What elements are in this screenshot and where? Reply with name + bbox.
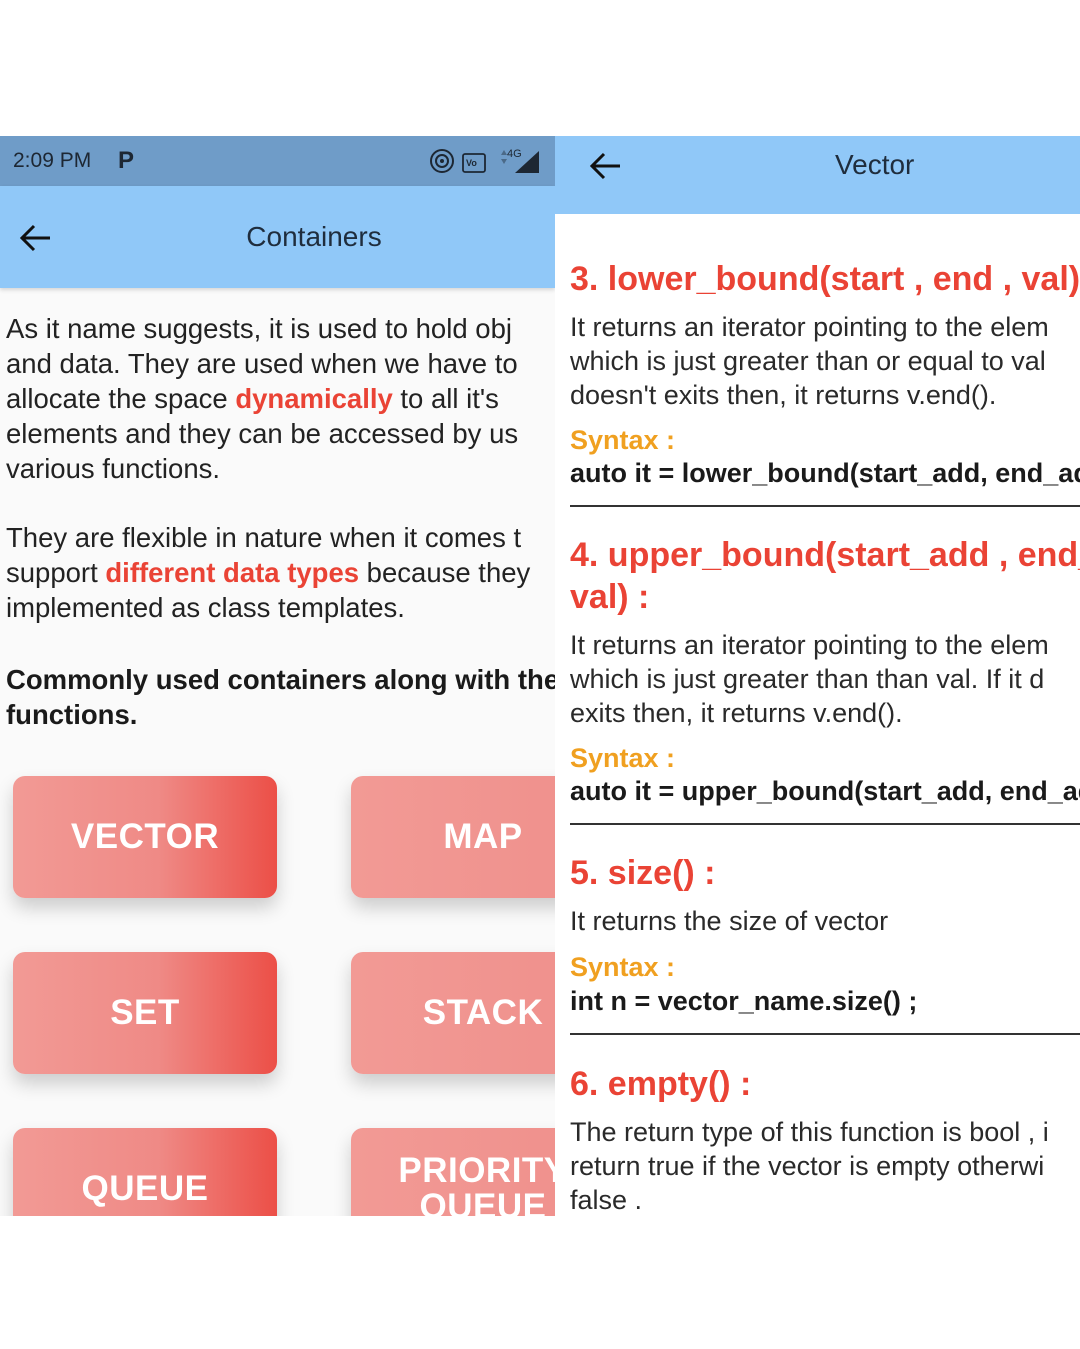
highlight-data-types: different data types [105, 557, 360, 588]
lower-bound-heading: 3. lower_bound(start , end , val) : [570, 260, 1080, 298]
upper-bound-desc: It returns an iterator pointing to the e… [570, 630, 1049, 660]
vector-screen: Vector 3. lower_bound(start , end , val)… [555, 136, 1080, 1216]
upper-bound-syntax: auto it = upper_bound(start_add, end_add… [570, 776, 1080, 806]
queue-button[interactable]: QUEUE [13, 1128, 277, 1216]
empty-desc: false . [570, 1185, 643, 1215]
stack-button[interactable]: STACK [351, 952, 555, 1074]
flex-line: support different data types because the… [6, 557, 531, 588]
empty-desc: return true if the vector is empty other… [570, 1151, 1045, 1181]
upper-bound-heading: 4. upper_bound(start_add , end_ [570, 536, 1080, 574]
intro-line: As it name suggests, it is used to hold … [6, 313, 512, 344]
status-bar: 2:09 PM P Vo 4G [0, 136, 555, 186]
map-button[interactable]: MAP [351, 776, 555, 898]
intro-paragraph: As it name suggests, it is used to hold … [6, 311, 555, 486]
parking-icon: P [118, 147, 135, 174]
page-title: Vector [835, 149, 915, 180]
divider [570, 1033, 1080, 1035]
status-time: 2:09 PM [13, 149, 92, 172]
size-heading: 5. size() : [570, 854, 716, 892]
flexibility-paragraph: They are flexible in nature when it come… [6, 520, 555, 625]
upper-bound-heading: val) : [570, 578, 650, 616]
upper-bound-desc: which is just greater than than val. If … [570, 664, 1045, 694]
network-label: 4G [507, 148, 522, 160]
volte-icon: Vo [462, 153, 487, 173]
containers-heading: Commonly used containers along with the … [6, 664, 555, 730]
hotspot-icon [430, 149, 454, 173]
flex-line: They are flexible in nature when it come… [6, 522, 522, 553]
set-button[interactable]: SET [13, 952, 277, 1074]
page-title: Containers [246, 221, 382, 252]
lower-bound-syntax: auto it = lower_bound(start_add, end_add… [570, 458, 1080, 488]
app-bar: Containers [0, 186, 555, 288]
svg-text:Vo: Vo [466, 158, 477, 168]
lower-bound-desc: doesn't exits then, it returns v.end(). [570, 380, 997, 410]
empty-desc: The return type of this function is bool… [570, 1117, 1049, 1147]
signal-icon: 4G [500, 148, 539, 173]
back-arrow-icon[interactable] [588, 148, 624, 184]
divider [570, 505, 1080, 507]
syntax-label: Syntax : [570, 743, 676, 773]
intro-line: various functions. [6, 453, 220, 484]
app-bar: Vector [555, 136, 1080, 214]
syntax-label: Syntax : [570, 425, 676, 455]
lower-bound-desc: which is just greater than or equal to v… [570, 346, 1046, 376]
size-syntax: int n = vector_name.size() ; [570, 986, 918, 1016]
intro-line: elements and they can be accessed by us [6, 418, 519, 449]
intro-line: allocate the space dynamically to all it… [6, 383, 499, 414]
flex-line: implemented as class templates. [6, 592, 405, 623]
priority-queue-button[interactable]: PRIORITY QUEUE [351, 1128, 555, 1216]
vector-button[interactable]: VECTOR [13, 776, 277, 898]
status-icons: Vo 4G [428, 146, 541, 176]
intro-line: and data. They are used when we have to [6, 348, 518, 379]
syntax-label: Syntax : [570, 952, 676, 982]
size-desc: It returns the size of vector [570, 906, 889, 936]
highlight-dynamically: dynamically [235, 383, 393, 414]
divider [570, 823, 1080, 825]
containers-screen: 2:09 PM P Vo 4G Containers As it name su… [0, 136, 555, 1216]
empty-heading: 6. empty() : [570, 1065, 752, 1103]
lower-bound-desc: It returns an iterator pointing to the e… [570, 312, 1049, 342]
upper-bound-desc: exits then, it returns v.end(). [570, 698, 903, 728]
